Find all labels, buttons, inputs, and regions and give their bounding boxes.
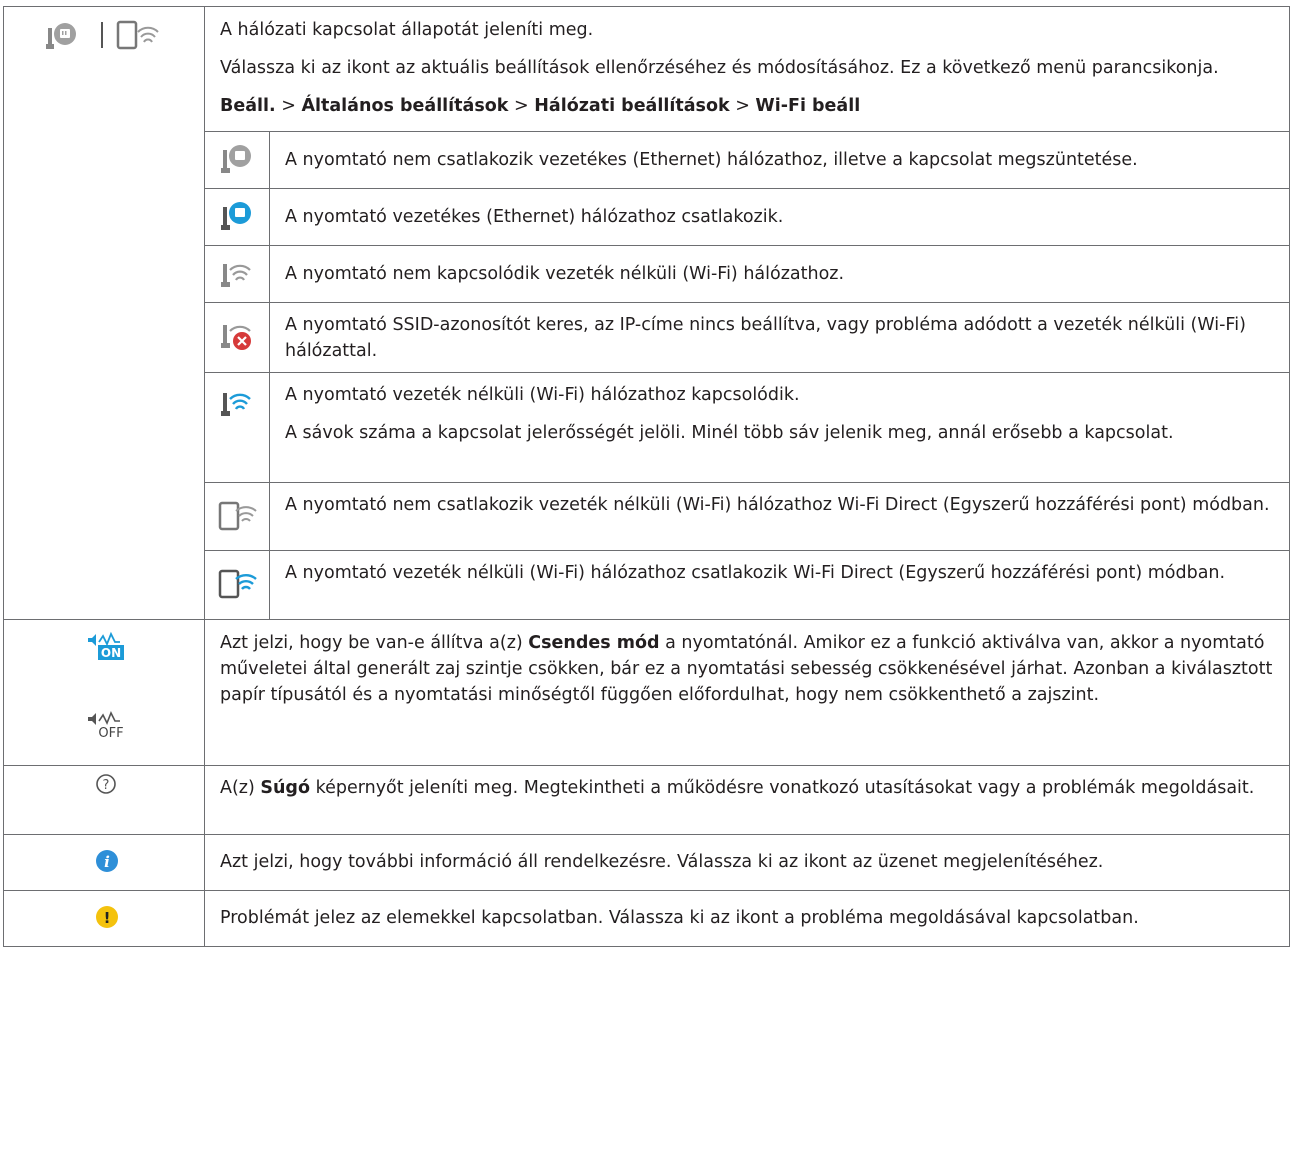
row-text: A nyomtató SSID-azonosítót keres, az IP-… (285, 315, 1246, 361)
table-row: A nyomtató vezetékes (Ethernet) hálózath… (205, 188, 1289, 246)
network-status-row: A hálózati kapcsolat állapotát jeleníti … (3, 6, 1290, 620)
row-text: A nyomtató nem csatlakozik vezeték nélkü… (285, 495, 1270, 515)
help-name: Súgó (260, 777, 310, 798)
row-text: A nyomtató vezetékes (Ethernet) hálózath… (285, 207, 784, 227)
svg-text:?: ? (103, 778, 110, 793)
wifi-connected-icon (221, 393, 251, 416)
wifi-direct-connected-icon (218, 569, 257, 599)
ethernet-disconnected-icon (221, 145, 251, 173)
warning-row: ! Problémát jelez az elemekkel kapcsolat… (3, 889, 1290, 947)
menu-path-item: Wi-Fi beáll (755, 96, 861, 116)
help-text: A(z) Súgó képernyőt jeleníti meg. Megtek… (220, 777, 1255, 798)
quiet-mode-on-icon: ON (88, 631, 124, 660)
wifi-disconnected-icon (221, 264, 251, 287)
table-row: A nyomtató vezeték nélküli (Wi-Fi) hálóz… (205, 550, 1289, 619)
quiet-mode-row: ON OFF Azt jelzi, hogy be van-e állítva … (3, 618, 1290, 766)
menu-path-item: Beáll. (220, 96, 276, 116)
ethernet-status-icon (46, 23, 76, 49)
ethernet-connected-icon (221, 202, 251, 230)
quiet-mode-icons: ON OFF (88, 631, 124, 741)
help-row: ? A(z) Súgó képernyőt jeleníti meg. Megt… (3, 764, 1290, 835)
row-text: A nyomtató nem kapcsolódik vezeték nélkü… (285, 264, 845, 284)
quiet-mode-name: Csendes mód (528, 632, 660, 653)
network-intro: A hálózati kapcsolat állapotát jeleníti … (220, 20, 594, 40)
icon-reference-table: A hálózati kapcsolat állapotát jeleníti … (3, 6, 1290, 947)
info-text: Azt jelzi, hogy további információ áll r… (220, 851, 1104, 872)
svg-text:ON: ON (101, 646, 121, 660)
help-icon: ? (96, 773, 116, 794)
quiet-mode-text-cell: Azt jelzi, hogy be van-e állítva a(z) Cs… (204, 618, 1290, 766)
network-text-cell: A hálózati kapcsolat állapotát jeleníti … (204, 6, 1290, 620)
quiet-mode-off-icon: OFF (88, 710, 124, 741)
warning-icon: ! (96, 905, 118, 928)
info-row: i Azt jelzi, hogy további információ áll… (3, 833, 1290, 891)
row-text: A nyomtató vezeték nélküli (Wi-Fi) hálóz… (285, 563, 1226, 583)
separator-line (101, 22, 103, 48)
wifi-direct-disconnected-icon (218, 501, 257, 531)
row-text: A nyomtató vezeték nélküli (Wi-Fi) hálóz… (285, 385, 800, 405)
row-text: A nyomtató nem csatlakozik vezetékes (Et… (285, 150, 1138, 170)
network-description: Válassza ki az ikont az aktuális beállít… (220, 58, 1219, 78)
svg-text:OFF: OFF (98, 726, 123, 741)
menu-path: Beáll. > Általános beállítások > Hálózat… (220, 96, 861, 116)
table-row: A nyomtató vezeték nélküli (Wi-Fi) hálóz… (205, 372, 1289, 483)
network-status-icons (46, 20, 159, 50)
table-row: A nyomtató nem csatlakozik vezeték nélkü… (205, 482, 1289, 551)
network-icon-table: A nyomtató nem csatlakozik vezetékes (Et… (205, 131, 1289, 619)
wifi-error-icon (221, 325, 251, 350)
table-row: A nyomtató nem csatlakozik vezetékes (Et… (205, 131, 1289, 189)
wifi-direct-status-icon (116, 20, 159, 50)
table-row: A nyomtató nem kapcsolódik vezeték nélkü… (205, 245, 1289, 303)
svg-text:i: i (104, 853, 110, 871)
svg-text:!: ! (104, 909, 111, 927)
menu-path-item: Hálózati beállítások (534, 96, 730, 116)
table-row: A nyomtató SSID-azonosítót keres, az IP-… (205, 302, 1289, 373)
quiet-mode-icon-cell: ON OFF (3, 618, 205, 766)
menu-path-item: Általános beállítások (301, 96, 509, 116)
network-icon-cell (3, 6, 205, 620)
row-text-detail: A sávok száma a kapcsolat jelerősségét j… (285, 423, 1174, 443)
quiet-mode-text: Azt jelzi, hogy be van-e állítva a(z) Cs… (220, 632, 1273, 705)
info-icon: i (96, 849, 118, 872)
warning-text: Problémát jelez az elemekkel kapcsolatba… (220, 907, 1139, 928)
